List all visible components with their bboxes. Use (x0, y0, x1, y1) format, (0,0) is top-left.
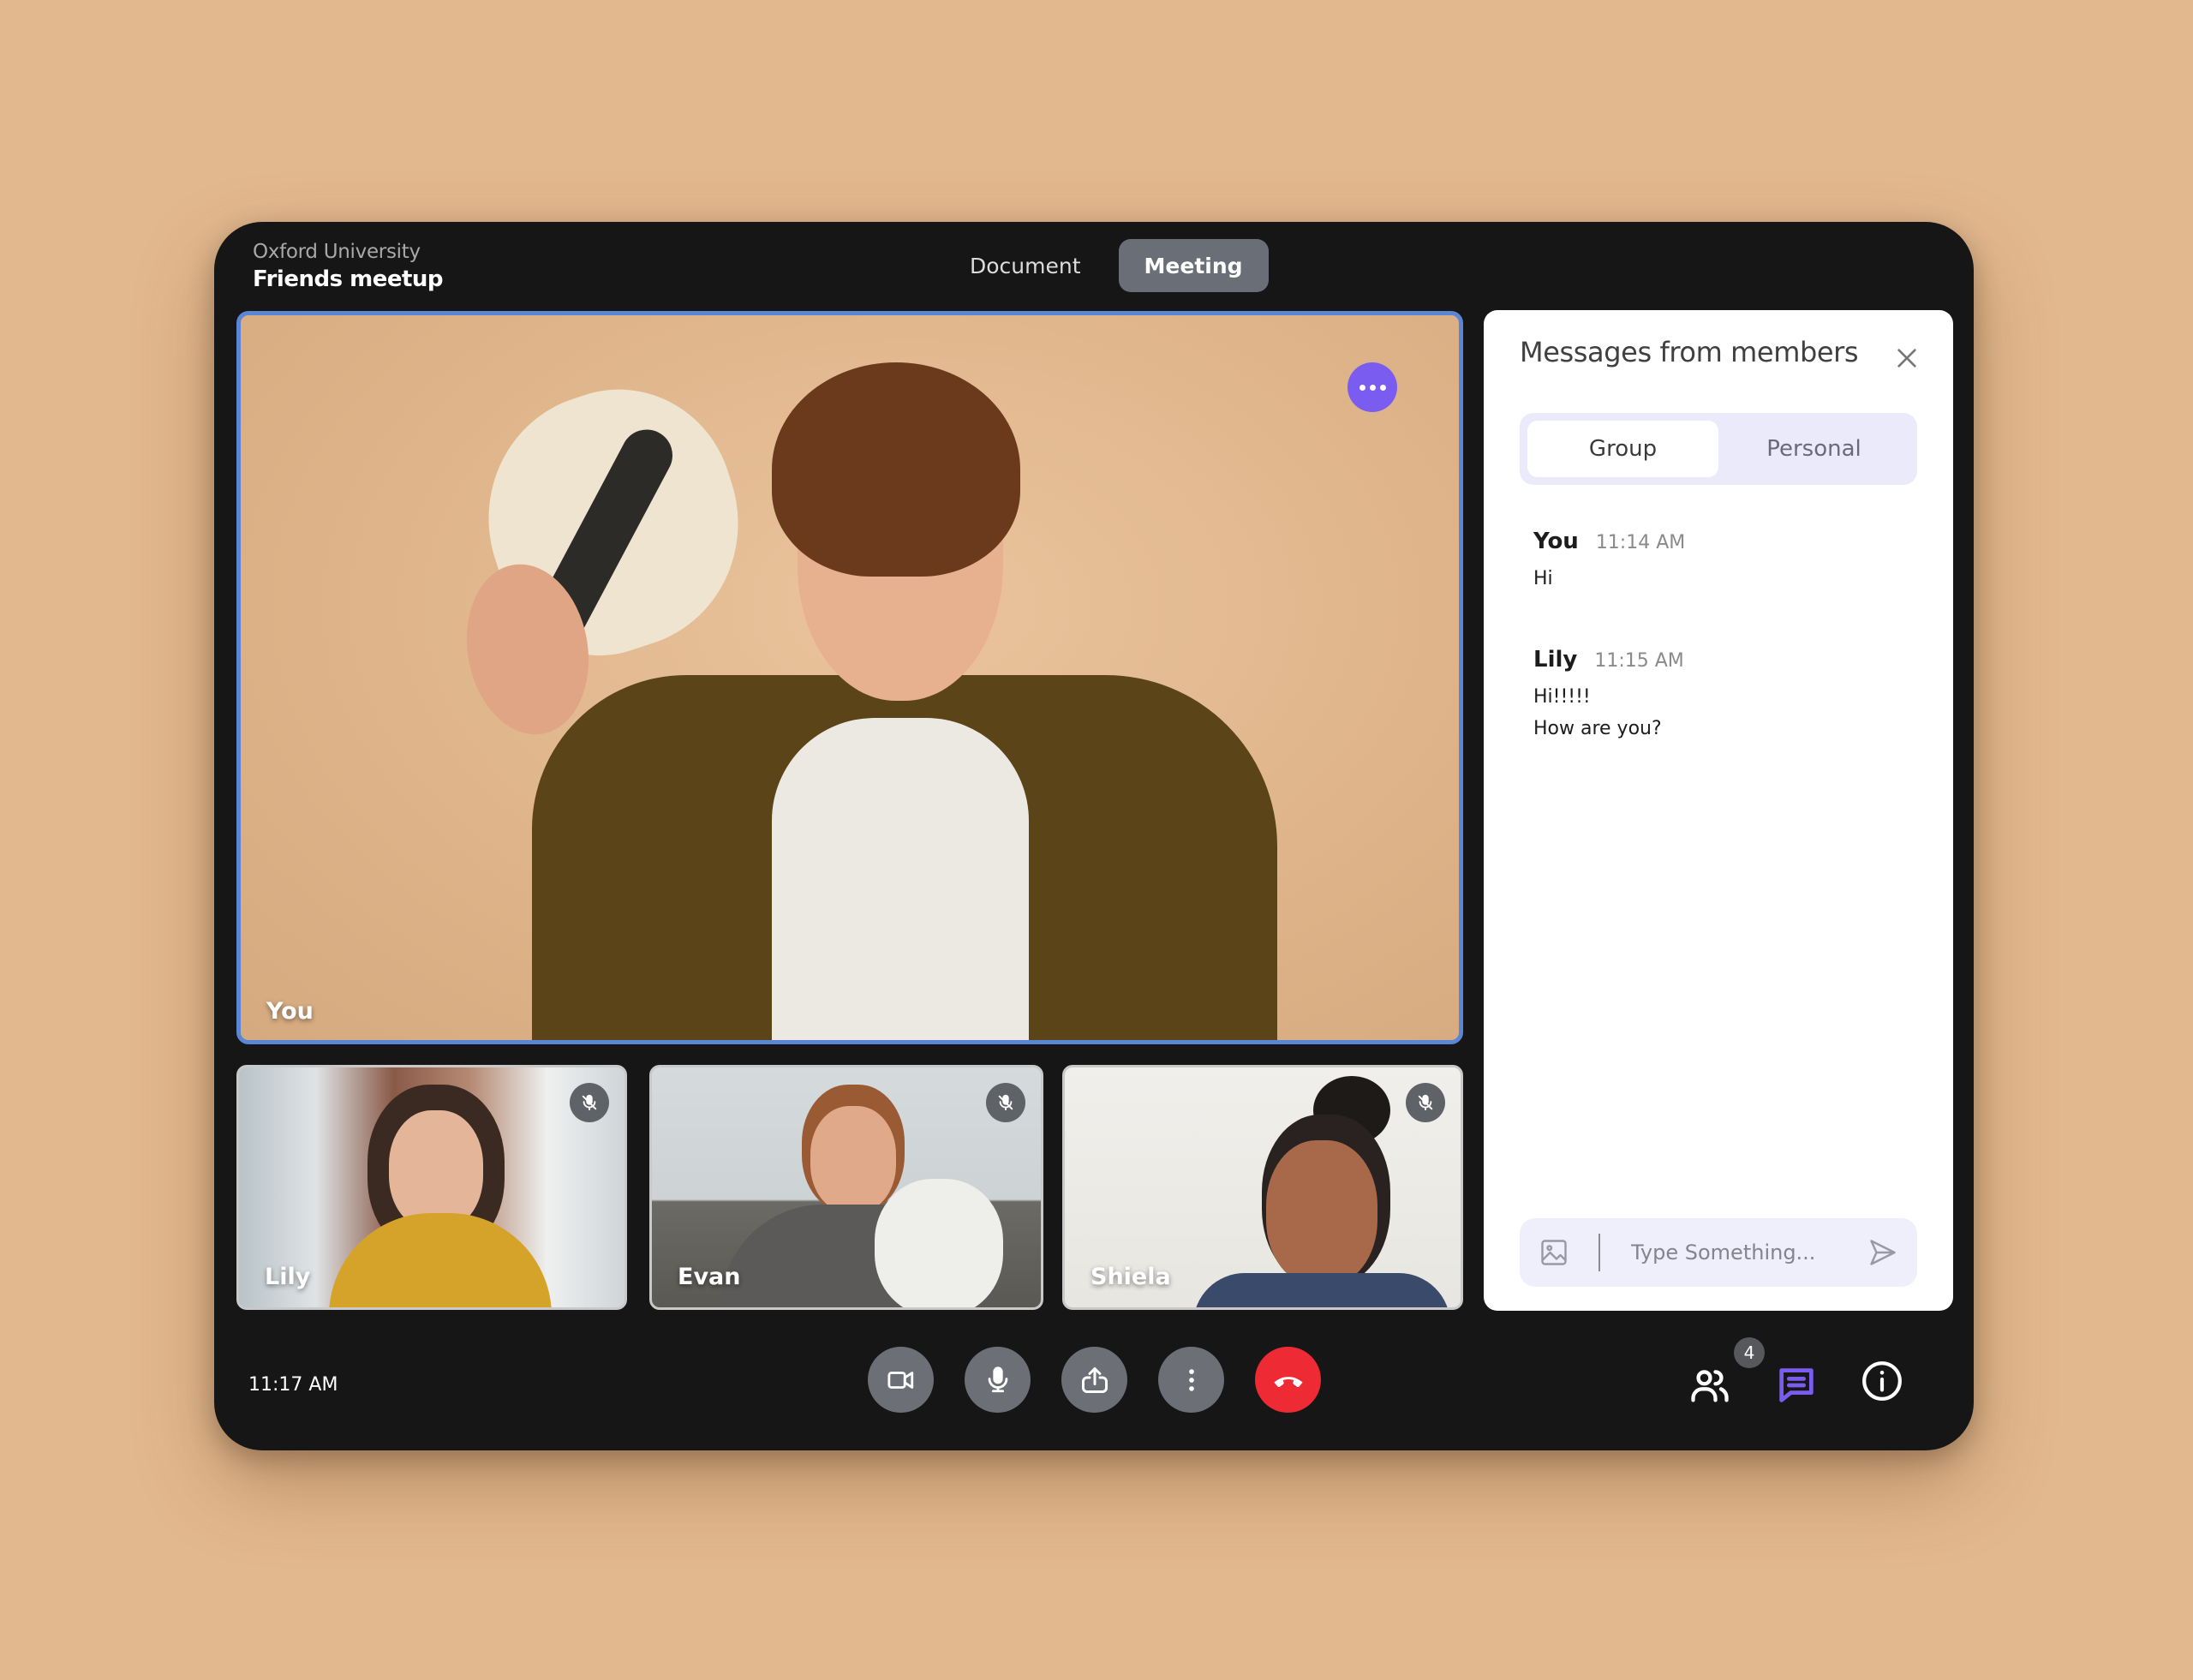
meeting-window: Oxford University Friends meetup Documen… (214, 222, 1974, 1450)
info-icon (1862, 1361, 1902, 1401)
phone-hangup-icon (1273, 1376, 1303, 1387)
mic-off-icon (986, 1083, 1025, 1122)
organization-name: Oxford University (253, 241, 421, 263)
tab-document[interactable]: Document (944, 239, 1107, 292)
call-controls (868, 1347, 1321, 1413)
info-button[interactable] (1861, 1360, 1903, 1406)
microphone-icon (988, 1366, 1007, 1392)
more-horizontal-icon[interactable] (1347, 362, 1397, 412)
camera-button[interactable] (868, 1347, 934, 1413)
chat-title: Messages from members (1520, 336, 1859, 368)
meeting-title: Friends meetup (253, 266, 444, 292)
participant-name: Shiela (1091, 1264, 1171, 1290)
chat-icon (1779, 1368, 1814, 1402)
message-text: Hi!!!!! (1533, 686, 1591, 708)
participants-count-badge: 4 (1734, 1337, 1765, 1368)
chat-button[interactable] (1774, 1363, 1819, 1411)
people-icon (1691, 1370, 1729, 1402)
send-icon[interactable] (1867, 1237, 1898, 1268)
tab-group[interactable]: Group (1527, 421, 1718, 477)
panel-toggles: 4 (1688, 1337, 1910, 1414)
chat-message: You 11:14 AM Hi (1533, 529, 1685, 589)
participant-tile-lily[interactable]: Lily (236, 1065, 627, 1310)
mic-off-icon (570, 1083, 609, 1122)
participant-name: Evan (678, 1264, 741, 1290)
message-time: 11:14 AM (1595, 532, 1686, 553)
main-video-tile[interactable]: You (236, 311, 1463, 1044)
video-camera-icon (887, 1371, 913, 1389)
end-call-button[interactable] (1255, 1347, 1321, 1413)
view-tabs: Document Meeting (944, 239, 1269, 292)
share-button[interactable] (1061, 1347, 1127, 1413)
image-icon[interactable] (1539, 1237, 1569, 1268)
message-time: 11:15 AM (1594, 650, 1684, 672)
chat-tabs: Group Personal (1520, 413, 1917, 485)
message-text: How are you? (1533, 718, 1662, 739)
message-text: Hi (1533, 568, 1553, 589)
close-icon[interactable] (1893, 344, 1921, 372)
mic-off-icon (1406, 1083, 1445, 1122)
share-icon (1081, 1366, 1108, 1393)
message-composer (1520, 1218, 1917, 1287)
participant-tile-evan[interactable]: Evan (649, 1065, 1043, 1310)
clock: 11:17 AM (248, 1374, 338, 1396)
microphone-button[interactable] (965, 1347, 1031, 1413)
message-author: You (1533, 529, 1579, 554)
divider (1598, 1234, 1600, 1271)
participant-tile-shiela[interactable]: Shiela (1062, 1065, 1463, 1310)
participant-name: You (266, 998, 314, 1025)
tab-meeting[interactable]: Meeting (1118, 239, 1269, 292)
participant-name: Lily (265, 1264, 311, 1290)
more-vertical-icon (1188, 1368, 1194, 1391)
message-input[interactable] (1631, 1241, 1854, 1264)
more-options-button[interactable] (1158, 1347, 1224, 1413)
message-author: Lily (1533, 647, 1578, 673)
tab-personal[interactable]: Personal (1718, 421, 1909, 477)
participants-button[interactable] (1688, 1363, 1732, 1411)
chat-message: Lily 11:15 AM Hi!!!!! How are you? (1533, 647, 1684, 739)
chat-panel: Messages from members Group Personal You… (1484, 310, 1953, 1311)
